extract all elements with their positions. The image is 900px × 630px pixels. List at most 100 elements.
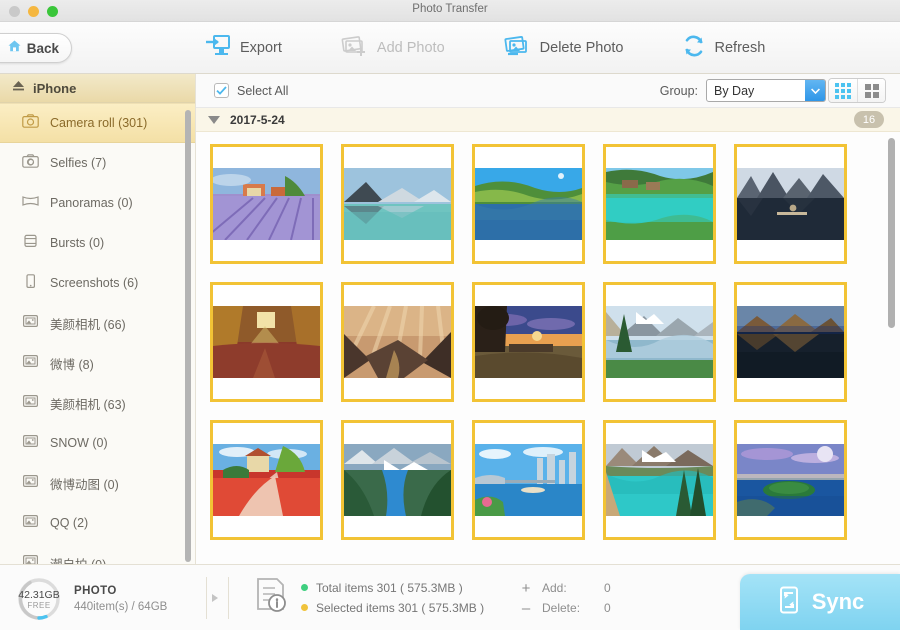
selected-items-bullet bbox=[301, 604, 308, 611]
sidebar-item-label: 美颜相机 (66) bbox=[50, 314, 126, 333]
view-toggle bbox=[828, 78, 886, 103]
photo-thumbnail[interactable] bbox=[210, 282, 323, 402]
sidebar-item-screenshots[interactable]: Screenshots (6) bbox=[0, 263, 195, 303]
sync-device-icon bbox=[776, 586, 802, 619]
sidebar-item-qq[interactable]: QQ (2) bbox=[0, 503, 195, 543]
burst-icon bbox=[22, 234, 39, 253]
storage-category: PHOTO bbox=[74, 585, 167, 597]
photo-thumbnail[interactable] bbox=[210, 420, 323, 540]
add-photo-button[interactable]: Add Photo bbox=[340, 34, 445, 63]
album-icon bbox=[22, 514, 39, 533]
photo-thumbnail[interactable] bbox=[341, 282, 454, 402]
export-button[interactable]: Export bbox=[205, 34, 282, 63]
toolbar-actions: Export Add Photo bbox=[205, 22, 765, 74]
selfie-icon bbox=[22, 154, 39, 173]
sidebar-item-label: 微博 (8) bbox=[50, 354, 94, 373]
sidebar-item-panoramas[interactable]: Panoramas (0) bbox=[0, 183, 195, 223]
sidebar-item-meiyan-63[interactable]: 美颜相机 (63) bbox=[0, 383, 195, 423]
small-grid-icon[interactable] bbox=[829, 79, 857, 102]
sidebar-item-label: 微博动图 (0) bbox=[50, 474, 119, 493]
total-items-bullet bbox=[301, 584, 308, 591]
photo-thumbnail[interactable] bbox=[210, 144, 323, 264]
back-button[interactable]: Back bbox=[0, 33, 72, 63]
title-bar: Photo Transfer bbox=[0, 0, 900, 22]
divider bbox=[228, 577, 229, 619]
chevron-down-icon[interactable] bbox=[208, 116, 220, 124]
photo-thumbnail[interactable] bbox=[734, 282, 847, 402]
photo-transfer-window: Photo Transfer Back bbox=[0, 0, 900, 630]
delete-label: Delete: bbox=[542, 601, 594, 615]
sidebar-item-selfies[interactable]: Selfies (7) bbox=[0, 143, 195, 183]
sidebar-item-label: Screenshots (6) bbox=[50, 276, 138, 290]
sidebar-item-snow[interactable]: SNOW (0) bbox=[0, 423, 195, 463]
sidebar-item-bursts[interactable]: Bursts (0) bbox=[0, 223, 195, 263]
group-select[interactable]: By Day bbox=[706, 79, 826, 102]
sidebar-scrollbar[interactable] bbox=[185, 110, 191, 562]
group-count-badge: 16 bbox=[854, 111, 884, 128]
chevron-right-icon[interactable] bbox=[212, 594, 218, 602]
delete-photo-button[interactable]: Delete Photo bbox=[503, 34, 624, 63]
selected-items-text: Selected items 301 ( 575.3MB ) bbox=[316, 601, 484, 615]
storage-free-size: 42.31GB bbox=[18, 589, 59, 601]
photo-thumbnail[interactable] bbox=[734, 420, 847, 540]
home-icon bbox=[7, 39, 22, 58]
photo-thumbnail[interactable] bbox=[472, 282, 585, 402]
album-list: Camera roll (301) Selfies (7) bbox=[0, 103, 195, 564]
chevron-down-icon[interactable] bbox=[805, 80, 825, 101]
add-line: + Add: 0 bbox=[520, 578, 611, 598]
photo-thumbnail[interactable] bbox=[603, 144, 716, 264]
photo-grid-wrapper bbox=[196, 132, 900, 564]
storage-ring: 42.31GB FREE bbox=[16, 576, 62, 622]
total-items-line: Total items 301 ( 575.3MB ) bbox=[301, 578, 484, 598]
photo-thumbnail[interactable] bbox=[341, 420, 454, 540]
device-header[interactable]: iPhone bbox=[0, 74, 195, 103]
delete-photo-icon bbox=[503, 34, 531, 63]
album-icon bbox=[22, 354, 39, 373]
delete-photo-label: Delete Photo bbox=[540, 40, 624, 56]
content-area: Select All Group: By Day bbox=[196, 74, 900, 564]
large-grid-icon[interactable] bbox=[857, 79, 885, 102]
select-all-checkbox[interactable] bbox=[214, 83, 229, 98]
content-scrollbar[interactable] bbox=[888, 138, 895, 328]
storage-text: PHOTO 440item(s) / 64GB bbox=[74, 585, 167, 613]
sidebar-item-label: 美颜相机 (63) bbox=[50, 394, 126, 413]
add-photo-icon bbox=[340, 34, 368, 63]
group-header[interactable]: 2017-5-24 16 bbox=[196, 108, 900, 132]
storage-indicator: 42.31GB FREE PHOTO 440item(s) / 64GB bbox=[16, 576, 167, 622]
eject-icon[interactable] bbox=[12, 79, 25, 97]
toolbar: Back Export bbox=[0, 22, 900, 74]
album-icon bbox=[22, 474, 39, 493]
sidebar-item-meiyan-66[interactable]: 美颜相机 (66) bbox=[0, 303, 195, 343]
sync-button[interactable]: Sync bbox=[740, 574, 900, 630]
selected-items-line: Selected items 301 ( 575.3MB ) bbox=[301, 598, 484, 618]
info-document-icon bbox=[255, 577, 289, 618]
sync-button-label: Sync bbox=[812, 589, 865, 615]
summary-lines: Total items 301 ( 575.3MB ) Selected ite… bbox=[301, 578, 484, 618]
sidebar-item-weibo-8[interactable]: 微博 (8) bbox=[0, 343, 195, 383]
sidebar-item-weibo-gif[interactable]: 微博动图 (0) bbox=[0, 463, 195, 503]
album-icon bbox=[22, 394, 39, 413]
sidebar-item-label: Bursts (0) bbox=[50, 236, 104, 250]
photo-thumbnail[interactable] bbox=[734, 144, 847, 264]
sidebar-item-chaozipai[interactable]: 潮自拍 (0) bbox=[0, 543, 195, 564]
delete-line: – Delete: 0 bbox=[520, 598, 611, 618]
album-icon bbox=[22, 314, 39, 333]
photo-thumbnail[interactable] bbox=[341, 144, 454, 264]
photo-thumbnail[interactable] bbox=[472, 144, 585, 264]
summary-block: Total items 301 ( 575.3MB ) Selected ite… bbox=[255, 577, 484, 618]
status-bar: 42.31GB FREE PHOTO 440item(s) / 64GB bbox=[0, 564, 900, 630]
sidebar-item-label: Selfies (7) bbox=[50, 156, 106, 170]
refresh-button[interactable]: Refresh bbox=[682, 34, 766, 63]
photo-thumbnail[interactable] bbox=[603, 420, 716, 540]
photo-thumbnail[interactable] bbox=[472, 420, 585, 540]
add-delete-block: + Add: 0 – Delete: 0 bbox=[520, 578, 611, 618]
phone-icon bbox=[22, 274, 39, 293]
sidebar-item-camera-roll[interactable]: Camera roll (301) bbox=[0, 103, 195, 143]
select-all-control[interactable]: Select All bbox=[214, 83, 288, 98]
photo-thumbnail[interactable] bbox=[603, 282, 716, 402]
add-photo-label: Add Photo bbox=[377, 40, 445, 56]
plus-icon: + bbox=[520, 580, 532, 597]
photo-grid bbox=[210, 144, 900, 540]
sidebar-item-label: SNOW (0) bbox=[50, 436, 108, 450]
album-icon bbox=[22, 434, 39, 453]
